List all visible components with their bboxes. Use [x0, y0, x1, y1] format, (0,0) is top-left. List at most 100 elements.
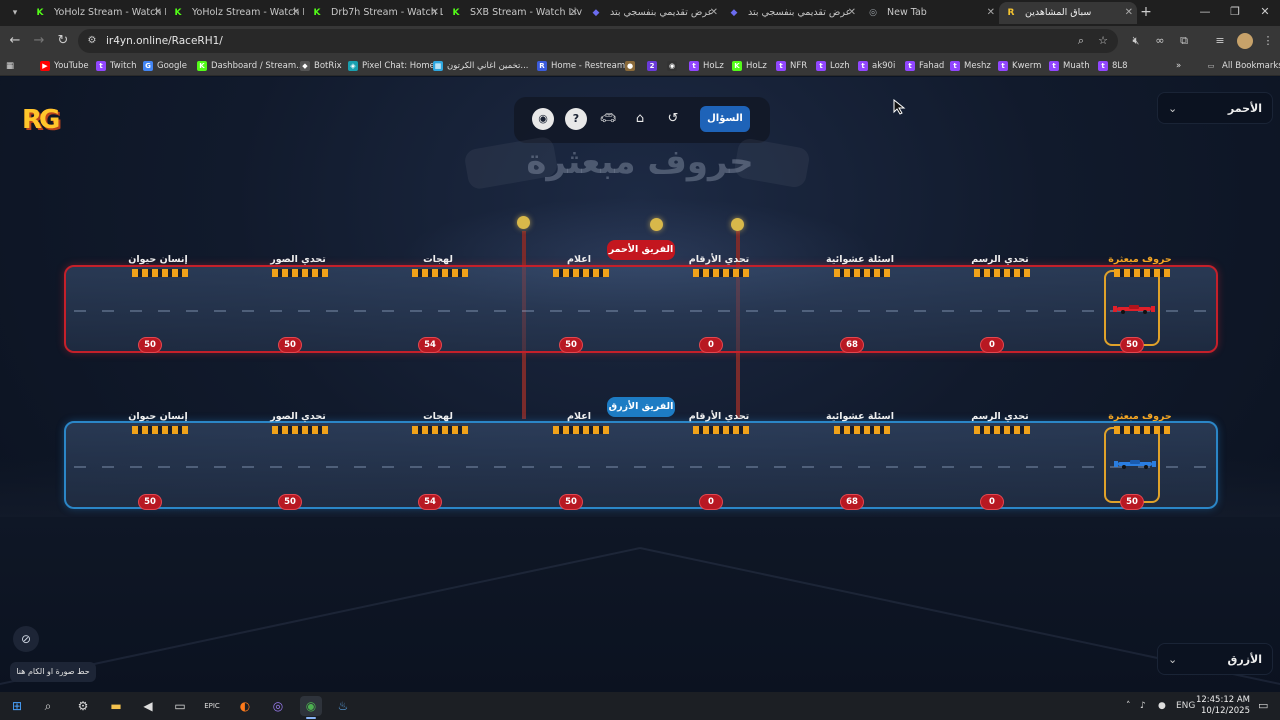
red-station[interactable]: تحدي الأرقام 0: [683, 253, 755, 357]
browser-tab[interactable]: K Drb7h Stream - Watch Li ✕: [305, 2, 444, 24]
bookmark-item[interactable]: ◈ Pixel Chat: Home: [348, 58, 435, 74]
app-icon[interactable]: ⚙: [72, 696, 94, 716]
bookmarks-overflow-icon[interactable]: »: [1176, 58, 1181, 74]
zoom-icon[interactable]: ⌕: [1074, 34, 1088, 48]
twitch-icon: t: [1098, 61, 1108, 71]
car-icon[interactable]: 🚗︎: [597, 108, 619, 130]
tab-close-icon[interactable]: ✕: [570, 2, 578, 24]
bookmark-item[interactable]: ▶ YouTube: [40, 58, 89, 74]
reload-icon[interactable]: ↻: [54, 32, 72, 50]
bookmark-item[interactable]: 2: [647, 58, 661, 74]
address-bar[interactable]: ⚙ ir4yn.online/RaceRH1/ ⌕ ☆: [78, 29, 1118, 53]
bookmark-item[interactable]: R Home - Restream: [537, 58, 625, 74]
blue-station[interactable]: تحدي الرسم 0: [964, 410, 1036, 514]
microphone-icon[interactable]: ●: [1158, 692, 1166, 720]
bookmark-item[interactable]: ◆ BotRix: [300, 58, 342, 74]
bookmark-item[interactable]: t Twitch: [96, 58, 137, 74]
browser-tab[interactable]: ◆ عرض تقديمي بنفسجي بتد ✕: [584, 2, 722, 24]
bookmark-item[interactable]: ●: [625, 58, 639, 74]
tray-overflow-icon[interactable]: ˄: [1126, 692, 1131, 720]
browser-tab[interactable]: K YoHolz Stream - Watch Li ✕: [28, 2, 167, 24]
reset-icon[interactable]: ↺: [662, 108, 684, 130]
red-station[interactable]: إنسان حيوان 50: [122, 253, 194, 357]
bookmark-item[interactable]: t ak90i: [858, 58, 895, 74]
bookmark-item[interactable]: t Fahad: [905, 58, 944, 74]
app-icon[interactable]: ◀: [137, 696, 159, 716]
apps-grid-icon[interactable]: ▦: [6, 58, 14, 74]
speaker-icon[interactable]: ♪: [1140, 692, 1146, 720]
language-indicator[interactable]: ENG: [1176, 692, 1195, 720]
keyboard-icon[interactable]: ▭: [169, 696, 191, 716]
eye-icon[interactable]: ◉: [532, 108, 554, 130]
bookmark-item[interactable]: t Meshz: [950, 58, 991, 74]
camera-toggle-icon[interactable]: ⊘: [13, 626, 39, 652]
red-station[interactable]: اعلام 50: [543, 253, 615, 357]
tab-close-icon[interactable]: ✕: [848, 2, 856, 24]
blue-station[interactable]: تحدي الصور 50: [262, 410, 334, 514]
tab-close-icon[interactable]: ✕: [987, 2, 995, 24]
extension-glasses-icon[interactable]: ∞: [1152, 33, 1168, 49]
steam-icon[interactable]: ♨: [332, 696, 354, 716]
blue-station[interactable]: تحدي الأرقام 0: [683, 410, 755, 514]
chrome-icon[interactable]: ◉: [300, 696, 322, 716]
bookmark-item[interactable]: ◉: [667, 58, 681, 74]
home-icon[interactable]: ⌂: [629, 108, 651, 130]
bookmark-item[interactable]: G Google: [143, 58, 187, 74]
close-window-icon[interactable]: ✕: [1250, 3, 1280, 21]
blue-station[interactable]: اسئلة عشوائية 68: [824, 410, 896, 514]
bookmark-item[interactable]: ▦ تخمين اغاني الكرتون...: [433, 58, 529, 74]
extensions-icon[interactable]: ⧉: [1176, 33, 1192, 49]
site-info-icon[interactable]: ⚙: [86, 35, 98, 47]
restore-icon[interactable]: ❐: [1220, 3, 1250, 21]
red-station[interactable]: تحدي الصور 50: [262, 253, 334, 357]
forward-icon[interactable]: →: [30, 32, 48, 50]
browser-tab[interactable]: ◆ عرض تقديمي بنفسجي بتد ✕: [722, 2, 860, 24]
browser-tab[interactable]: ◎ New Tab ✕: [861, 2, 999, 24]
url-text[interactable]: ir4yn.online/RaceRH1/: [106, 29, 223, 53]
epic-games-icon[interactable]: EPIC: [201, 696, 223, 716]
tab-close-icon[interactable]: ✕: [431, 2, 439, 24]
question-button[interactable]: السؤال: [700, 106, 750, 132]
mute-icon[interactable]: 🔇︎: [1128, 33, 1144, 49]
tab-close-icon[interactable]: ✕: [292, 2, 300, 24]
bookmark-item[interactable]: K HoLz: [732, 58, 767, 74]
bookmark-item[interactable]: t Kwerm: [998, 58, 1041, 74]
blue-station[interactable]: لهجات 54: [402, 410, 474, 514]
bookmark-item[interactable]: t HoLz: [689, 58, 724, 74]
tab-search-icon[interactable]: ▾: [6, 5, 24, 21]
all-bookmarks-button[interactable]: ▭ All Bookmarks: [1206, 58, 1280, 74]
clock[interactable]: 12:45:12 AM 10/12/2025: [1194, 695, 1250, 717]
tab-close-icon[interactable]: ✕: [154, 2, 162, 24]
firefox-icon[interactable]: ◐: [234, 696, 256, 716]
profile-avatar[interactable]: [1237, 33, 1253, 49]
back-icon[interactable]: ←: [6, 32, 24, 50]
menu-icon[interactable]: ⋮: [1260, 33, 1276, 49]
tab-close-icon[interactable]: ✕: [1125, 2, 1133, 24]
search-icon[interactable]: ⌕: [37, 696, 59, 716]
bookmark-item[interactable]: t Lozh: [816, 58, 850, 74]
red-station[interactable]: تحدي الرسم 0: [964, 253, 1036, 357]
bookmark-item[interactable]: t NFR: [776, 58, 807, 74]
bookmark-item[interactable]: t Muath: [1049, 58, 1090, 74]
browser-tab[interactable]: K YoHolz Stream - Watch Li ✕: [166, 2, 305, 24]
team-select-blue[interactable]: ⌄ الأزرق: [1157, 643, 1273, 675]
red-station[interactable]: اسئلة عشوائية 68: [824, 253, 896, 357]
new-tab-button[interactable]: +: [1138, 3, 1154, 21]
browser-tab[interactable]: K SXB Stream - Watch Live ✕: [444, 2, 583, 24]
team-select-red[interactable]: ⌄ الأحمر: [1157, 92, 1273, 124]
bookmark-item[interactable]: K Dashboard / Stream...: [197, 58, 304, 74]
file-explorer-icon[interactable]: ▬: [105, 696, 127, 716]
minimize-icon[interactable]: —: [1190, 3, 1220, 21]
red-station[interactable]: لهجات 54: [402, 253, 474, 357]
media-control-icon[interactable]: ≡: [1212, 33, 1228, 49]
blue-station[interactable]: إنسان حيوان 50: [122, 410, 194, 514]
blue-station[interactable]: اعلام 50: [543, 410, 615, 514]
tab-close-icon[interactable]: ✕: [710, 2, 718, 24]
bookmark-star-icon[interactable]: ☆: [1096, 34, 1110, 48]
start-icon[interactable]: ⊞: [6, 696, 28, 716]
browser-tab[interactable]: R سباق المشاهدين ✕: [999, 2, 1137, 24]
bookmark-item[interactable]: t 8L8: [1098, 58, 1128, 74]
notifications-icon[interactable]: ▭: [1258, 692, 1268, 720]
app-icon[interactable]: ◎: [267, 696, 289, 716]
help-icon[interactable]: ?: [565, 108, 587, 130]
